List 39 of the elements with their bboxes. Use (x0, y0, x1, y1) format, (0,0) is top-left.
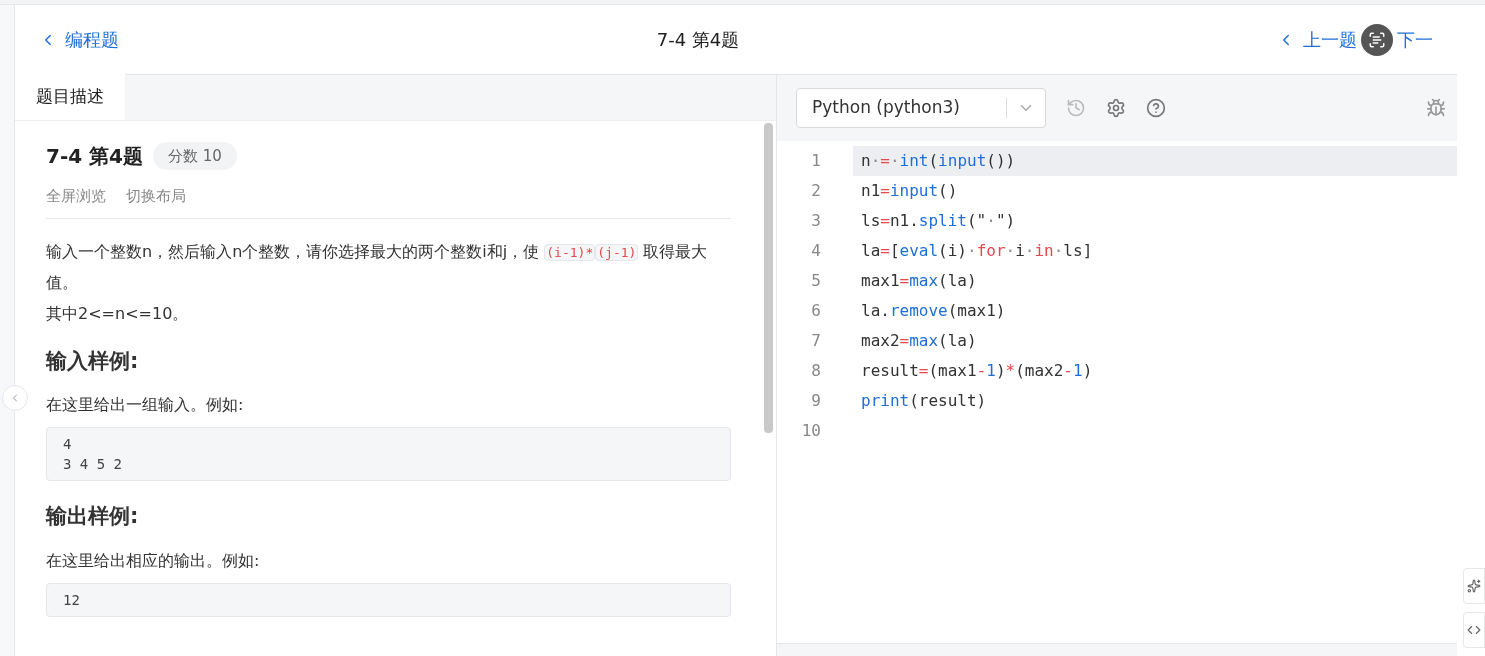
line-number: 10 (800, 420, 821, 442)
history-icon[interactable] (1066, 98, 1086, 118)
sample-block: 4 3 4 5 2 (46, 427, 731, 481)
line-number: 6 (810, 300, 821, 322)
problem-title: 7-4 第4题 (46, 143, 143, 170)
settings-icon[interactable] (1106, 98, 1126, 118)
line-number: 5 (810, 270, 821, 292)
side-button[interactable] (1463, 568, 1485, 604)
sparkle-icon (1467, 579, 1481, 593)
line-number: 1 (810, 150, 821, 172)
score-badge: 分数 10 (153, 141, 237, 171)
scrollbar[interactable] (764, 123, 773, 433)
section-intro: 在这里给出一组输入。例如: (46, 394, 245, 416)
page-title: 7-4 第4题 (655, 28, 741, 52)
toolbar-link[interactable]: 切换布局 (126, 185, 186, 208)
bug-icon[interactable] (1426, 98, 1446, 118)
line-number: 8 (810, 360, 821, 382)
problem-statement: 输入一个整数n，然后输入n个整数，请你选择最大的两个整数i和j，使 (i-1)* (j-1) 取得最大值。 (46, 240, 709, 294)
sample-block: 12 (46, 582, 731, 617)
line-number: 7 (810, 330, 821, 352)
side-button[interactable] (1463, 612, 1485, 648)
section-intro: 在这里给出相应的输出。例如: (46, 549, 261, 572)
line-number: 2 (810, 180, 821, 202)
constraint-text: 其中2<=n<=10。 (46, 302, 190, 325)
line-number: 9 (810, 390, 821, 412)
scan-text-icon (1368, 30, 1386, 49)
translate-button[interactable] (1361, 23, 1393, 56)
language-select[interactable]: Python (python3) (796, 88, 1046, 128)
section-heading: 输出样例: (46, 503, 140, 530)
back-link[interactable]: 编程题 (39, 26, 119, 53)
section-heading: 输入样例: (46, 347, 140, 375)
next-link[interactable]: 下一 (1397, 26, 1433, 53)
tab[interactable]: 题目描述 (15, 74, 125, 120)
previous-link[interactable]: 上一题 (1277, 26, 1357, 53)
line-number: 4 (810, 240, 821, 262)
code-icon (1467, 623, 1481, 637)
help-icon[interactable] (1146, 98, 1166, 118)
toolbar-link[interactable]: 全屏浏览 (46, 185, 106, 208)
line-number: 3 (810, 210, 821, 232)
